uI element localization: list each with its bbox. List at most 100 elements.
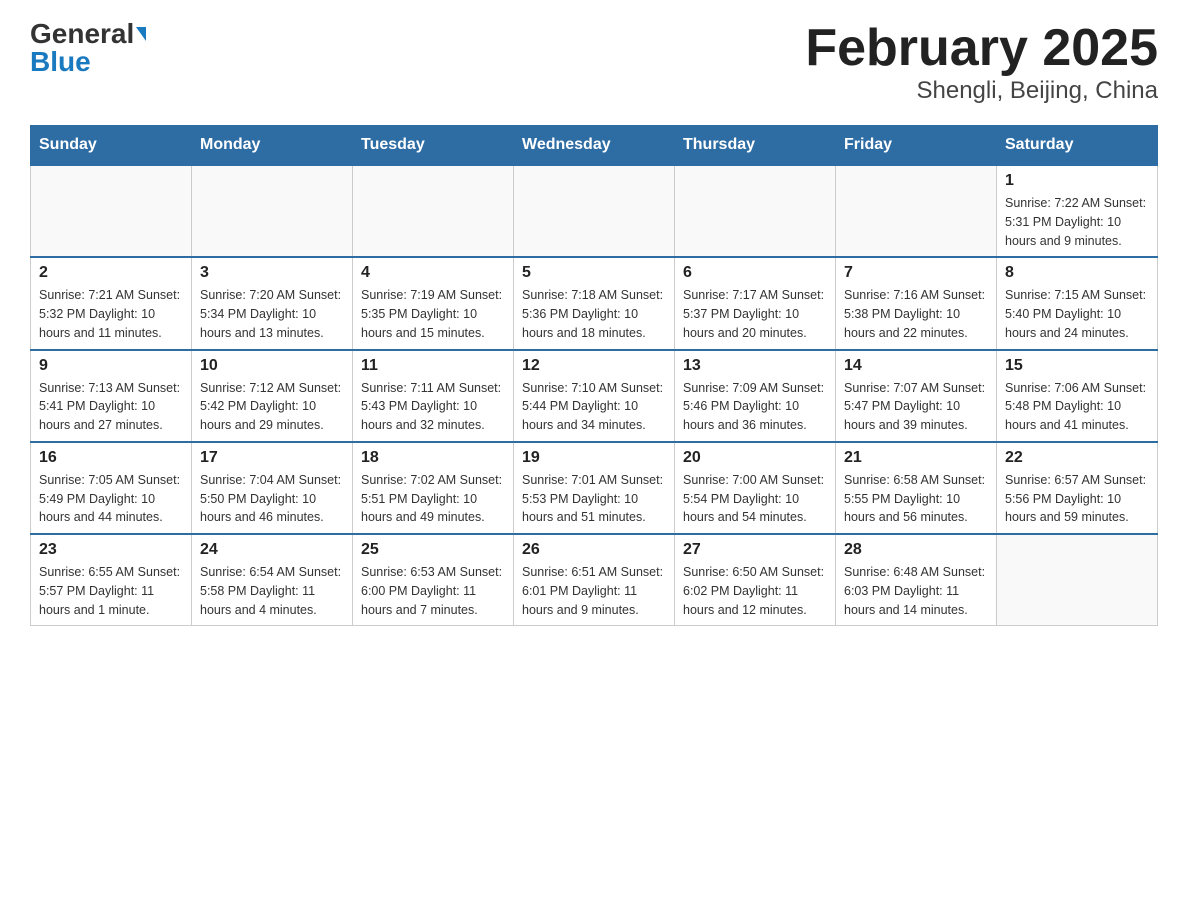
day-number: 5 (522, 264, 666, 282)
calendar-cell: 3Sunrise: 7:20 AM Sunset: 5:34 PM Daylig… (192, 257, 353, 349)
day-number: 14 (844, 357, 988, 375)
day-info: Sunrise: 7:22 AM Sunset: 5:31 PM Dayligh… (1005, 194, 1149, 250)
calendar-cell (997, 534, 1158, 626)
day-number: 26 (522, 541, 666, 559)
day-number: 4 (361, 264, 505, 282)
day-info: Sunrise: 7:10 AM Sunset: 5:44 PM Dayligh… (522, 379, 666, 435)
calendar-cell: 25 Sunrise: 6:53 AM Sunset: 6:00 PM Dayli… (353, 534, 514, 626)
calendar-cell (192, 165, 353, 257)
day-number: 10 (200, 357, 344, 375)
day-info: Sunrise: 7:00 AM Sunset: 5:54 PM Dayligh… (683, 471, 827, 527)
logo-general-text: General (30, 20, 134, 48)
page-header: General Blue February 2025 Shengli, Beij… (30, 20, 1158, 105)
day-number: 27 (683, 541, 827, 559)
calendar-week-row: 23 Sunrise: 6:55 AM Sunset: 5:57 PM Dayli… (31, 534, 1158, 626)
calendar-cell: 1 Sunrise: 7:22 AM Sunset: 5:31 PM Daylig… (997, 165, 1158, 257)
calendar-cell (514, 165, 675, 257)
calendar-subtitle: Shengli, Beijing, China (805, 77, 1158, 105)
day-info: Sunrise: 7:15 AM Sunset: 5:40 PM Dayligh… (1005, 286, 1149, 342)
day-info: Sunrise: 7:02 AM Sunset: 5:51 PM Dayligh… (361, 471, 505, 527)
day-info: Sunrise: 7:18 AM Sunset: 5:36 PM Dayligh… (522, 286, 666, 342)
calendar-cell (31, 165, 192, 257)
calendar-table: SundayMondayTuesdayWednesdayThursdayFrid… (30, 125, 1158, 626)
day-info: Sunrise: 7:01 AM Sunset: 5:53 PM Dayligh… (522, 471, 666, 527)
calendar-cell: 9 Sunrise: 7:13 AM Sunset: 5:41 PM Daylig… (31, 350, 192, 442)
calendar-cell: 26 Sunrise: 6:51 AM Sunset: 6:01 PM Dayli… (514, 534, 675, 626)
calendar-cell: 12 Sunrise: 7:10 AM Sunset: 5:44 PM Dayli… (514, 350, 675, 442)
day-info: Sunrise: 7:19 AM Sunset: 5:35 PM Dayligh… (361, 286, 505, 342)
calendar-cell (353, 165, 514, 257)
weekday-header-tuesday: Tuesday (353, 126, 514, 166)
day-number: 19 (522, 449, 666, 467)
logo: General Blue (30, 20, 146, 76)
day-number: 12 (522, 357, 666, 375)
day-number: 16 (39, 449, 183, 467)
calendar-cell: 6 Sunrise: 7:17 AM Sunset: 5:37 PM Daylig… (675, 257, 836, 349)
calendar-cell: 27 Sunrise: 6:50 AM Sunset: 6:02 PM Dayli… (675, 534, 836, 626)
day-info: Sunrise: 7:05 AM Sunset: 5:49 PM Dayligh… (39, 471, 183, 527)
day-info: Sunrise: 6:51 AM Sunset: 6:01 PM Dayligh… (522, 563, 666, 619)
calendar-cell: 17Sunrise: 7:04 AM Sunset: 5:50 PM Dayli… (192, 442, 353, 534)
calendar-cell: 24 Sunrise: 6:54 AM Sunset: 5:58 PM Dayli… (192, 534, 353, 626)
calendar-cell: 7Sunrise: 7:16 AM Sunset: 5:38 PM Daylig… (836, 257, 997, 349)
day-number: 9 (39, 357, 183, 375)
day-info: Sunrise: 6:57 AM Sunset: 5:56 PM Dayligh… (1005, 471, 1149, 527)
day-number: 8 (1005, 264, 1149, 282)
calendar-cell: 14 Sunrise: 7:07 AM Sunset: 5:47 PM Dayli… (836, 350, 997, 442)
calendar-cell (836, 165, 997, 257)
weekday-header-monday: Monday (192, 126, 353, 166)
day-info: Sunrise: 7:13 AM Sunset: 5:41 PM Dayligh… (39, 379, 183, 435)
calendar-cell: 19 Sunrise: 7:01 AM Sunset: 5:53 PM Dayli… (514, 442, 675, 534)
weekday-header-wednesday: Wednesday (514, 126, 675, 166)
weekday-header-saturday: Saturday (997, 126, 1158, 166)
day-info: Sunrise: 7:16 AM Sunset: 5:38 PM Dayligh… (844, 286, 988, 342)
day-number: 11 (361, 357, 505, 375)
calendar-week-row: 1 Sunrise: 7:22 AM Sunset: 5:31 PM Daylig… (31, 165, 1158, 257)
day-info: Sunrise: 7:17 AM Sunset: 5:37 PM Dayligh… (683, 286, 827, 342)
day-info: Sunrise: 7:09 AM Sunset: 5:46 PM Dayligh… (683, 379, 827, 435)
day-number: 25 (361, 541, 505, 559)
title-block: February 2025 Shengli, Beijing, China (805, 20, 1158, 105)
day-info: Sunrise: 7:11 AM Sunset: 5:43 PM Dayligh… (361, 379, 505, 435)
day-info: Sunrise: 6:48 AM Sunset: 6:03 PM Dayligh… (844, 563, 988, 619)
day-number: 6 (683, 264, 827, 282)
logo-triangle-icon (136, 27, 146, 41)
day-info: Sunrise: 7:06 AM Sunset: 5:48 PM Dayligh… (1005, 379, 1149, 435)
day-number: 23 (39, 541, 183, 559)
calendar-week-row: 2Sunrise: 7:21 AM Sunset: 5:32 PM Daylig… (31, 257, 1158, 349)
calendar-cell: 11 Sunrise: 7:11 AM Sunset: 5:43 PM Dayli… (353, 350, 514, 442)
day-number: 15 (1005, 357, 1149, 375)
day-number: 13 (683, 357, 827, 375)
day-info: Sunrise: 7:04 AM Sunset: 5:50 PM Dayligh… (200, 471, 344, 527)
calendar-cell (675, 165, 836, 257)
day-number: 2 (39, 264, 183, 282)
day-number: 1 (1005, 172, 1149, 190)
day-number: 20 (683, 449, 827, 467)
day-number: 21 (844, 449, 988, 467)
calendar-header-row: SundayMondayTuesdayWednesdayThursdayFrid… (31, 126, 1158, 166)
calendar-cell: 20 Sunrise: 7:00 AM Sunset: 5:54 PM Dayli… (675, 442, 836, 534)
day-info: Sunrise: 7:07 AM Sunset: 5:47 PM Dayligh… (844, 379, 988, 435)
day-info: Sunrise: 6:50 AM Sunset: 6:02 PM Dayligh… (683, 563, 827, 619)
calendar-cell: 23 Sunrise: 6:55 AM Sunset: 5:57 PM Dayli… (31, 534, 192, 626)
day-info: Sunrise: 6:54 AM Sunset: 5:58 PM Dayligh… (200, 563, 344, 619)
weekday-header-thursday: Thursday (675, 126, 836, 166)
calendar-cell: 28 Sunrise: 6:48 AM Sunset: 6:03 PM Dayli… (836, 534, 997, 626)
day-info: Sunrise: 7:12 AM Sunset: 5:42 PM Dayligh… (200, 379, 344, 435)
calendar-cell: 22 Sunrise: 6:57 AM Sunset: 5:56 PM Dayli… (997, 442, 1158, 534)
day-number: 3 (200, 264, 344, 282)
logo-blue-text: Blue (30, 48, 91, 76)
calendar-cell: 5 Sunrise: 7:18 AM Sunset: 5:36 PM Daylig… (514, 257, 675, 349)
calendar-cell: 13 Sunrise: 7:09 AM Sunset: 5:46 PM Dayli… (675, 350, 836, 442)
day-number: 28 (844, 541, 988, 559)
day-number: 24 (200, 541, 344, 559)
weekday-header-sunday: Sunday (31, 126, 192, 166)
day-number: 18 (361, 449, 505, 467)
day-number: 22 (1005, 449, 1149, 467)
weekday-header-friday: Friday (836, 126, 997, 166)
calendar-cell: 16 Sunrise: 7:05 AM Sunset: 5:49 PM Dayli… (31, 442, 192, 534)
calendar-cell: 10 Sunrise: 7:12 AM Sunset: 5:42 PM Dayli… (192, 350, 353, 442)
day-info: Sunrise: 6:55 AM Sunset: 5:57 PM Dayligh… (39, 563, 183, 619)
calendar-cell: 4 Sunrise: 7:19 AM Sunset: 5:35 PM Daylig… (353, 257, 514, 349)
day-info: Sunrise: 6:53 AM Sunset: 6:00 PM Dayligh… (361, 563, 505, 619)
